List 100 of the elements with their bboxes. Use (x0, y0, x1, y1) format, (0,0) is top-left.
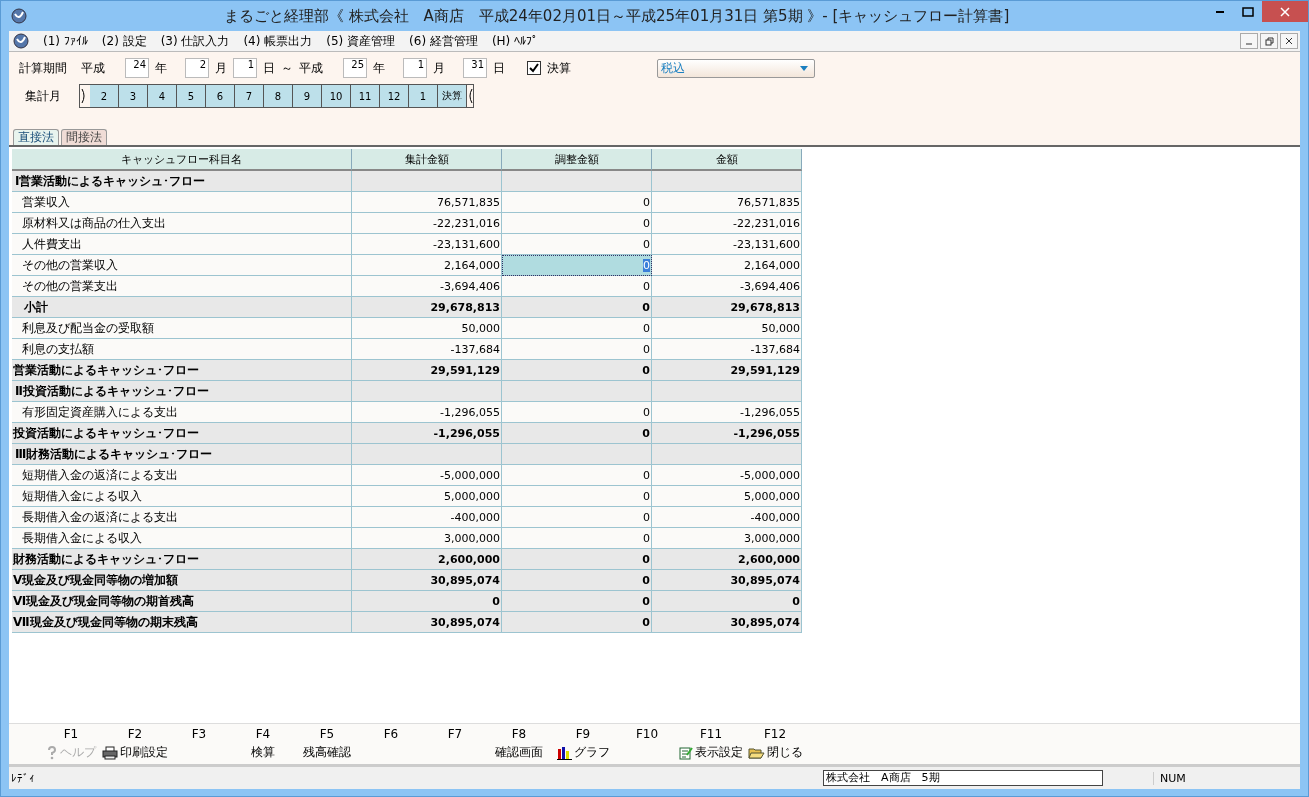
amount-cell: -5,000,000 (652, 465, 802, 486)
amount-cell[interactable]: 0 (502, 234, 652, 255)
amount-cell[interactable]: 0 (502, 318, 652, 339)
month-tab[interactable]: 12 (380, 85, 409, 107)
amount-cell[interactable]: 0 (502, 360, 652, 381)
amount-cell[interactable]: 0 (502, 507, 652, 528)
amount-cell: 29,678,813 (352, 297, 502, 318)
amount-cell: 30,895,074 (652, 612, 802, 633)
unit-label: 月 (433, 59, 445, 77)
amount-cell[interactable]: 0 (502, 591, 652, 612)
amount-cell: 5,000,000 (652, 486, 802, 507)
number-field[interactable]: 2 (185, 58, 209, 78)
amount-cell[interactable]: 0 (502, 465, 652, 486)
amount-cell: -22,231,016 (352, 213, 502, 234)
section-title: Ⅶ現金及び現金同等物の期末残高 (12, 612, 352, 633)
function-button[interactable]: 残高確認 (303, 744, 351, 761)
account-name: 短期借入金による収入 (12, 486, 352, 507)
account-name: その他の営業収入 (12, 255, 352, 276)
amount-cell: 30,895,074 (652, 570, 802, 591)
menu-item[interactable]: (3) 仕訳入力 (160, 32, 230, 50)
account-name: 営業収入 (12, 192, 352, 213)
amount-cell: -23,131,600 (352, 234, 502, 255)
month-tab[interactable]: 5 (177, 85, 206, 107)
number-field[interactable]: 25 (343, 58, 367, 78)
section-title: 小計 (12, 297, 352, 318)
amount-cell: 0 (652, 591, 802, 612)
amount-cell[interactable]: 0 (502, 297, 652, 318)
month-tab[interactable]: 1 (409, 85, 438, 107)
maximize-icon (1242, 6, 1254, 17)
amount-cell: 2,164,000 (652, 255, 802, 276)
closing-checkbox[interactable] (527, 61, 541, 75)
month-tab[interactable]: 3 (119, 85, 148, 107)
menu-item[interactable]: (H) ﾍﾙﾌﾟ (491, 34, 539, 48)
amount-cell: 76,571,835 (352, 192, 502, 213)
number-field[interactable]: 24 (125, 58, 149, 78)
column-header: 調整金額 (502, 149, 652, 171)
function-key-label: F9 (575, 727, 591, 741)
month-tab[interactable]: 11 (351, 85, 380, 107)
month-tab[interactable]: 6 (206, 85, 235, 107)
function-button[interactable]: 閉じる (747, 744, 803, 761)
month-tab[interactable]: 10 (322, 85, 351, 107)
amount-cell: 2,600,000 (652, 549, 802, 570)
section-title: 投資活動によるキャッシュ･フロー (12, 423, 352, 444)
month-tab[interactable]: 4 (148, 85, 177, 107)
amount-cell[interactable]: 0 (502, 612, 652, 633)
unit-label: 日 (493, 59, 505, 77)
tax-dropdown[interactable]: 税込 (657, 58, 815, 78)
amount-cell: 29,678,813 (652, 297, 802, 318)
function-button[interactable]: 表示設定 (679, 744, 743, 761)
function-key-label: F10 (635, 727, 659, 741)
amount-cell[interactable]: 0 (502, 402, 652, 423)
month-tab[interactable]: 9 (293, 85, 322, 107)
number-field[interactable]: 1 (233, 58, 257, 78)
amount-cell: -137,684 (352, 339, 502, 360)
amount-cell[interactable]: 0 (502, 528, 652, 549)
close-button[interactable] (1280, 33, 1298, 49)
number-field[interactable]: 1 (403, 58, 427, 78)
month-tab[interactable]: 決算 (438, 85, 467, 107)
column-header: 金額 (652, 149, 802, 171)
amount-cell[interactable]: 0 (502, 255, 652, 276)
amount-cell[interactable]: 0 (502, 192, 652, 213)
amount-cell: 0 (352, 591, 502, 612)
restore-button[interactable] (1260, 33, 1278, 49)
method-tab[interactable]: 直接法 (13, 129, 59, 145)
amount-cell[interactable]: 0 (502, 423, 652, 444)
menu-item[interactable]: (6) 経営管理 (409, 32, 478, 50)
number-field[interactable]: 31 (463, 58, 487, 78)
month-tab[interactable]: 7 (235, 85, 264, 107)
period-label: 計算期間 (19, 59, 67, 77)
window-title: まるごと経理部《 株式会社 A商店 平成24年02月01日～平成25年01月31日 第5期 》- [キャッシュフロー計算書] (222, 6, 1011, 26)
account-name: 長期借入金の返済による支出 (12, 507, 352, 528)
unit-label: 月 (215, 59, 227, 77)
function-button[interactable]: 印刷設定 (102, 744, 168, 761)
amount-cell: -3,694,406 (352, 276, 502, 297)
amount-cell[interactable]: 0 (502, 339, 652, 360)
folder-icon (747, 745, 765, 760)
menu-item[interactable]: (1) ﾌｧｲﾙ (43, 34, 88, 48)
account-name: 利息及び配当金の受取額 (12, 318, 352, 339)
function-button[interactable]: グラフ (556, 744, 610, 761)
menu-item[interactable]: (2) 設定 (101, 32, 147, 50)
function-button[interactable]: 確認画面 (495, 744, 543, 761)
function-key-label: F8 (511, 727, 527, 741)
amount-cell: 30,895,074 (352, 570, 502, 591)
menu-item[interactable]: (4) 帳票出力 (243, 32, 313, 50)
month-tab[interactable]: 8 (264, 85, 293, 107)
amount-cell: -1,296,055 (352, 402, 502, 423)
amount-cell[interactable]: 0 (502, 570, 652, 591)
amount-cell: -3,694,406 (652, 276, 802, 297)
function-button[interactable]: 検算 (251, 744, 275, 761)
close-icon (1280, 6, 1290, 17)
month-tab[interactable]: 2 (90, 85, 119, 107)
amount-cell[interactable]: 0 (502, 549, 652, 570)
amount-cell[interactable]: 0 (502, 276, 652, 297)
menu-item[interactable]: (5) 資産管理 (326, 32, 396, 50)
method-tab[interactable]: 間接法 (61, 129, 107, 145)
amount-cell[interactable]: 0 (502, 486, 652, 507)
amount-cell[interactable]: 0 (502, 213, 652, 234)
company-status: 株式会社 A商店 5期 (823, 770, 1103, 786)
section-title: Ⅱ投資活動によるキャッシュ･フロー (12, 381, 352, 402)
function-key-label: F4 (255, 727, 271, 741)
